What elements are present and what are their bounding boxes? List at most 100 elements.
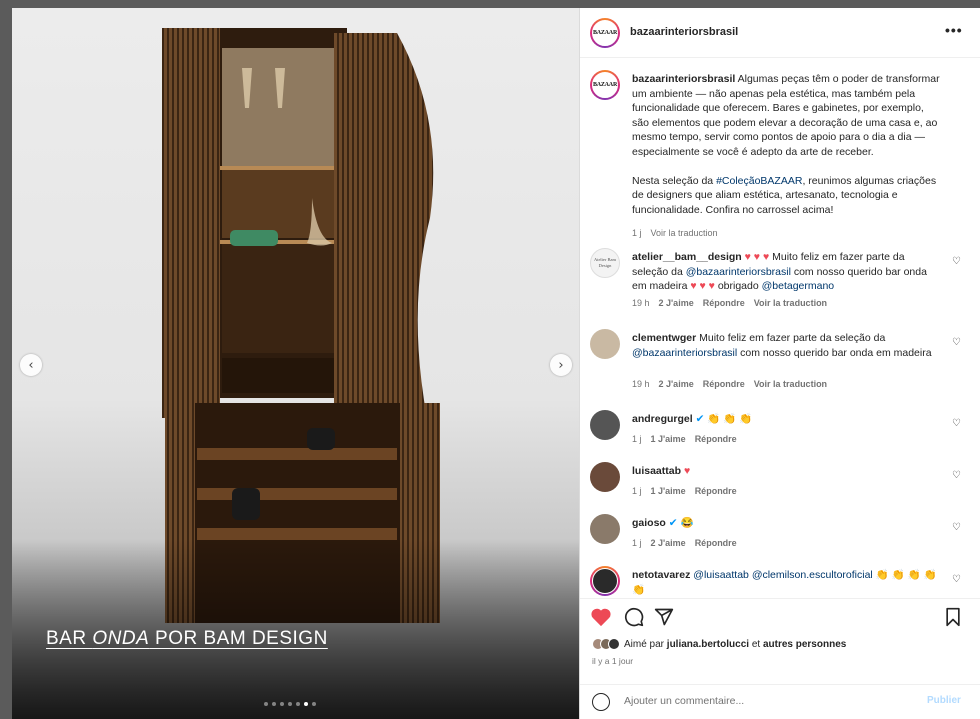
comment-meta: 19 h 2 J'aime Répondre Voir la traductio… [632, 298, 827, 308]
other-likers-link[interactable]: autres personnes [763, 639, 846, 650]
translate-link[interactable]: Voir la traduction [754, 298, 827, 308]
laughing-emoji: 😂 [680, 517, 694, 529]
comment-likes[interactable]: 2 J'aime [659, 298, 694, 308]
mention-link[interactable]: @clemilson.escultoroficial [752, 569, 873, 581]
comment-meta: 19 h 2 J'aime Répondre Voir la traductio… [632, 379, 827, 389]
commenter-avatar[interactable] [590, 329, 620, 359]
comment-time: 19 h [632, 379, 650, 389]
like-comment-heart-icon[interactable]: ♡ [952, 337, 961, 348]
clap-emoji: 👏 👏 👏 [707, 413, 753, 425]
prev-slide-button[interactable]: ‹ [20, 354, 42, 376]
carousel-indicator [264, 702, 316, 706]
add-comment-bar: Ajouter un commentaire... Publier [580, 684, 980, 719]
comment-meta: 1 j 1 J'aime Répondre [632, 434, 737, 444]
media-caption-overlay: BAR ONDA POR BAM DESIGN [46, 628, 328, 650]
caption-username[interactable]: bazaarinteriorsbrasil [632, 73, 735, 85]
heart-emoji: ♥ [683, 465, 691, 477]
mention-link[interactable]: @betagermano [762, 280, 835, 292]
caption-text: bazaarinteriorsbrasil Algumas peças têm … [632, 72, 942, 217]
like-comment-heart-icon[interactable]: ♡ [952, 522, 961, 533]
mention-link[interactable]: @luisaattab [693, 569, 749, 581]
verified-badge-icon: ✔ [695, 413, 705, 425]
like-comment-heart-icon[interactable]: ♡ [952, 256, 961, 267]
verified-badge-icon: ✔ [668, 517, 678, 529]
mention-link[interactable]: @bazaarinteriorsbrasil [686, 266, 791, 278]
carousel-dot [304, 702, 308, 706]
comment-username[interactable]: clementwger [632, 332, 696, 344]
comment-username[interactable]: luisaattab [632, 465, 681, 477]
reply-button[interactable]: Répondre [695, 486, 737, 496]
comment-time: 1 j [632, 228, 642, 238]
comment-body: Muito feliz em fazer parte da seleção da [696, 332, 886, 344]
author-username[interactable]: bazaarinteriorsbrasil [630, 26, 738, 38]
share-icon[interactable] [654, 607, 674, 627]
carousel-dot [280, 702, 284, 706]
mention-link[interactable]: @bazaarinteriorsbrasil [632, 347, 737, 359]
publish-button[interactable]: Publier [927, 695, 961, 706]
liker-avatar [608, 638, 620, 650]
reply-button[interactable]: Répondre [703, 298, 745, 308]
comment-likes[interactable]: 1 J'aime [651, 486, 686, 496]
like-comment-heart-icon[interactable]: ♡ [952, 470, 961, 481]
heart-emoji: ♥ ♥ ♥ [744, 251, 770, 263]
comment-username[interactable]: netotavarez [632, 569, 690, 581]
comment-time: 1 j [632, 434, 642, 444]
hashtag-link[interactable]: #ColeçãoBAZAAR [716, 175, 802, 187]
caption-meta: 1 j Voir la traduction [632, 228, 718, 238]
carousel-dot [264, 702, 268, 706]
like-comment-heart-icon[interactable]: ♡ [952, 574, 961, 585]
translate-link[interactable]: Voir la traduction [754, 379, 827, 389]
comment-input[interactable]: Ajouter un commentaire... [624, 695, 744, 707]
commenter-avatar[interactable] [590, 410, 620, 440]
post-side-panel: BAZAAR bazaarinteriorsbrasil ••• BAZAAR … [579, 8, 980, 719]
carousel-dot [272, 702, 276, 706]
commenter-avatar[interactable] [590, 462, 620, 492]
comments-list[interactable]: BAZAAR bazaarinteriorsbrasil Algumas peç… [580, 58, 980, 598]
post-header: BAZAAR bazaarinteriorsbrasil ••• [580, 8, 980, 58]
comment-time: 19 h [632, 298, 650, 308]
avatar-logo-text: BAZAAR [592, 20, 618, 46]
likes-summary[interactable]: Aimé par juliana.bertolucci et autres pe… [592, 638, 846, 650]
caption-paragraph-2: Nesta seleção da [632, 174, 717, 187]
liker-avatars [592, 638, 620, 650]
comment-username[interactable]: gaioso [632, 517, 666, 529]
author-avatar[interactable]: BAZAAR [590, 70, 620, 100]
like-heart-icon[interactable] [590, 607, 612, 627]
avatar-image [592, 568, 618, 594]
comment-username[interactable]: atelier__bam__design [632, 251, 742, 263]
instagram-post-modal: ‹ › BAR ONDA POR BAM DESIGN BAZAAR bazaa… [0, 0, 980, 719]
save-bookmark-icon[interactable] [944, 607, 962, 627]
reply-button[interactable]: Répondre [703, 379, 745, 389]
more-options-icon[interactable]: ••• [945, 22, 963, 38]
comment-icon[interactable] [624, 607, 644, 627]
comment-text: andregurgel ✔ 👏 👏 👏 [632, 412, 942, 427]
chevron-left-icon: ‹ [28, 357, 34, 373]
comment-likes[interactable]: 2 J'aime [659, 379, 694, 389]
likes-prefix: Aimé par [624, 638, 667, 650]
comment-text: clementwger Muito feliz em fazer parte d… [632, 331, 942, 360]
commenter-avatar[interactable]: Atelier Bam Design [590, 248, 620, 278]
comment-time: 1 j [632, 486, 642, 496]
comment-likes[interactable]: 2 J'aime [651, 538, 686, 548]
likes-connector: et [749, 638, 763, 650]
translate-link[interactable]: Voir la traduction [651, 228, 718, 238]
comment-body: obrigado [714, 280, 762, 292]
comment-username[interactable]: andregurgel [632, 413, 693, 425]
emoji-picker-icon[interactable] [592, 693, 610, 711]
commenter-avatar[interactable] [590, 566, 620, 596]
caption-part: POR BAM DESIGN [149, 628, 328, 649]
caption-paragraph-1: Algumas peças têm o poder de transformar… [632, 73, 940, 158]
liker-username[interactable]: juliana.bertolucci [667, 639, 749, 650]
commenter-avatar[interactable] [590, 514, 620, 544]
reply-button[interactable]: Répondre [695, 538, 737, 548]
comment-meta: 1 j 2 J'aime Répondre [632, 538, 737, 548]
author-avatar[interactable]: BAZAAR [590, 18, 620, 48]
comment-likes[interactable]: 1 J'aime [651, 434, 686, 444]
chevron-right-icon: › [558, 357, 564, 373]
post-media-carousel[interactable]: ‹ › BAR ONDA POR BAM DESIGN [12, 8, 579, 719]
next-slide-button[interactable]: › [550, 354, 572, 376]
avatar-logo-text: BAZAAR [592, 72, 618, 98]
comment-text: luisaattab ♥ [632, 464, 942, 479]
like-comment-heart-icon[interactable]: ♡ [952, 418, 961, 429]
reply-button[interactable]: Répondre [695, 434, 737, 444]
